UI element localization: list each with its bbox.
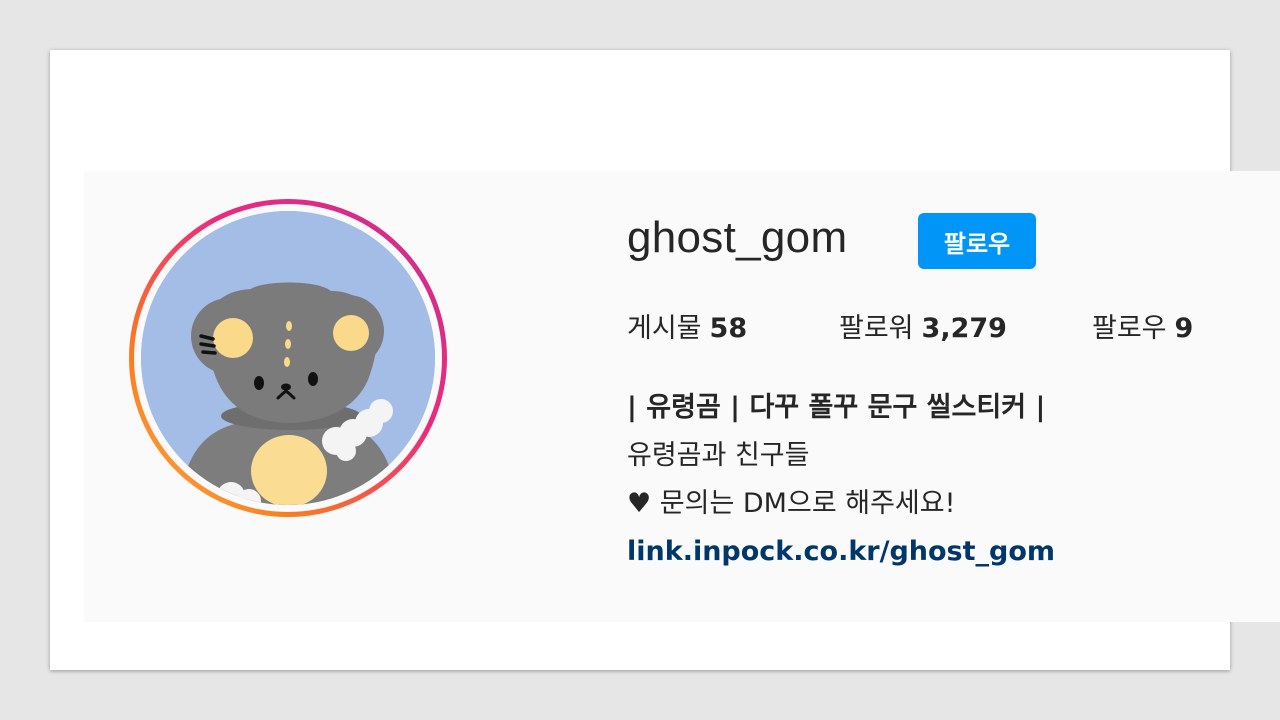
slide-frame: ghost_gom 팔로우 게시물 58 팔로워 3,279 팔로우 9 | 유령곰 … xyxy=(50,50,1280,670)
profile-username: ghost_gom xyxy=(627,213,848,262)
bio-name-line: | 유령곰 | 다꾸 폴꾸 문구 씰스티커 | xyxy=(627,392,1046,423)
profile-header: ghost_gom 팔로우 게시물 58 팔로워 3,279 팔로우 9 | 유령곰 … xyxy=(84,171,1280,622)
stat-posts[interactable]: 게시물 58 xyxy=(627,306,747,345)
profile-bio: | 유령곰 | 다꾸 폴꾸 문구 씰스티커 | 유령곰과 친구들 ♥ 문의는 D… xyxy=(627,384,1055,576)
followers-label: 팔로워 xyxy=(839,313,914,344)
story-ring[interactable] xyxy=(129,199,447,517)
following-label: 팔로우 xyxy=(1092,313,1167,344)
bear-avatar-icon xyxy=(141,211,435,505)
followers-count: 3,279 xyxy=(921,313,1007,344)
following-count: 9 xyxy=(1174,313,1194,344)
follow-button[interactable]: 팔로우 xyxy=(918,213,1036,269)
posts-count: 58 xyxy=(709,313,748,344)
bio-line-1: 유령곰과 친구들 xyxy=(627,440,810,471)
bio-line-2: ♥ 문의는 DM으로 해주세요! xyxy=(627,488,956,519)
bio-link[interactable]: link.inpock.co.kr/ghost_gom xyxy=(627,536,1055,567)
stat-followers[interactable]: 팔로워 3,279 xyxy=(839,306,1007,345)
stat-following[interactable]: 팔로우 9 xyxy=(1092,306,1193,345)
profile-avatar[interactable] xyxy=(141,211,435,505)
posts-label: 게시물 xyxy=(627,313,702,344)
